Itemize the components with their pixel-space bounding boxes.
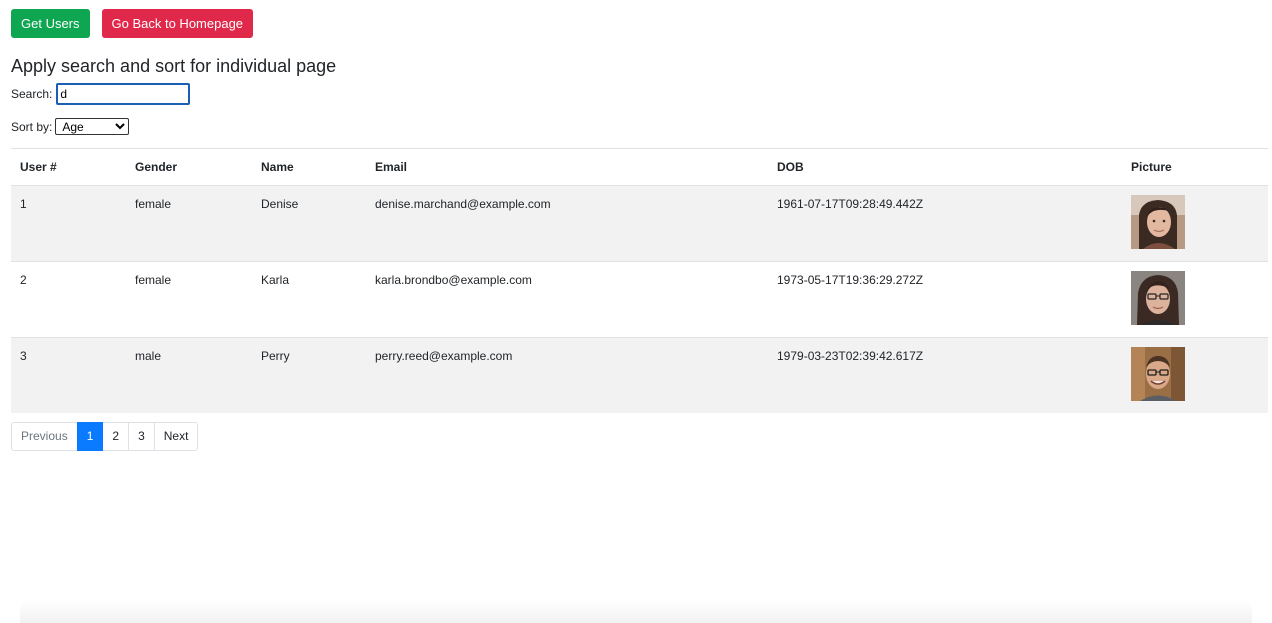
column-header-picture: Picture xyxy=(1122,148,1268,186)
search-row: Search: xyxy=(11,83,191,105)
table-row: 1 female Denise denise.marchand@example.… xyxy=(11,185,1268,262)
pagination-page-2[interactable]: 2 xyxy=(102,422,130,451)
cell-email: karla.brondbo@example.com xyxy=(366,261,768,338)
go-back-homepage-button[interactable]: Go Back to Homepage xyxy=(101,9,254,38)
column-header-email: Email xyxy=(366,148,768,186)
sort-select[interactable]: Age xyxy=(55,118,130,135)
cell-name: Karla xyxy=(252,261,366,338)
column-header-name: Name xyxy=(252,148,366,186)
pagination-next[interactable]: Next xyxy=(153,422,199,451)
user-avatar-photo xyxy=(1131,347,1185,401)
search-input[interactable] xyxy=(56,83,191,105)
user-avatar-photo xyxy=(1131,195,1185,249)
users-table: User # Gender Name Email DOB Picture 1 f… xyxy=(11,148,1268,413)
pagination-page-1[interactable]: 1 xyxy=(76,422,104,451)
table-row: 3 male Perry perry.reed@example.com 1979… xyxy=(11,337,1268,413)
column-header-gender: Gender xyxy=(126,148,252,186)
table-row: 2 female Karla karla.brondbo@example.com… xyxy=(11,261,1268,338)
page: Get Users Go Back to Homepage Apply sear… xyxy=(0,0,1272,623)
cell-name: Perry xyxy=(252,337,366,413)
page-heading: Apply search and sort for individual pag… xyxy=(11,56,337,76)
cell-dob: 1961-07-17T09:28:49.442Z xyxy=(768,185,1122,262)
sort-label: Sort by: xyxy=(11,119,53,134)
table-header: User # Gender Name Email DOB Picture xyxy=(11,148,1268,186)
get-users-button[interactable]: Get Users xyxy=(11,9,90,38)
column-header-dob: DOB xyxy=(768,148,1122,186)
cell-gender: female xyxy=(126,261,252,338)
top-button-bar: Get Users Go Back to Homepage xyxy=(11,9,254,38)
search-label: Search: xyxy=(11,87,53,101)
cell-picture xyxy=(1122,185,1268,262)
cell-email: denise.marchand@example.com xyxy=(366,185,768,262)
user-avatar-photo xyxy=(1131,271,1185,325)
cell-gender: female xyxy=(126,185,252,262)
cell-name: Denise xyxy=(252,185,366,262)
table-body: 1 female Denise denise.marchand@example.… xyxy=(11,185,1268,413)
cell-user-number: 1 xyxy=(11,185,126,262)
cell-user-number: 2 xyxy=(11,261,126,338)
sort-row: Sort by: Age xyxy=(11,118,130,135)
pagination: Previous 1 2 3 Next xyxy=(11,422,199,451)
cell-picture xyxy=(1122,337,1268,413)
cell-email: perry.reed@example.com xyxy=(366,337,768,413)
cell-dob: 1973-05-17T19:36:29.272Z xyxy=(768,261,1122,338)
cell-gender: male xyxy=(126,337,252,413)
bottom-shadow-divider xyxy=(20,599,1252,623)
pagination-page-3[interactable]: 3 xyxy=(128,422,155,451)
column-header-user-number: User # xyxy=(11,148,126,186)
cell-user-number: 3 xyxy=(11,337,126,413)
pagination-previous[interactable]: Previous xyxy=(11,422,78,451)
cell-dob: 1979-03-23T02:39:42.617Z xyxy=(768,337,1122,413)
cell-picture xyxy=(1122,261,1268,338)
